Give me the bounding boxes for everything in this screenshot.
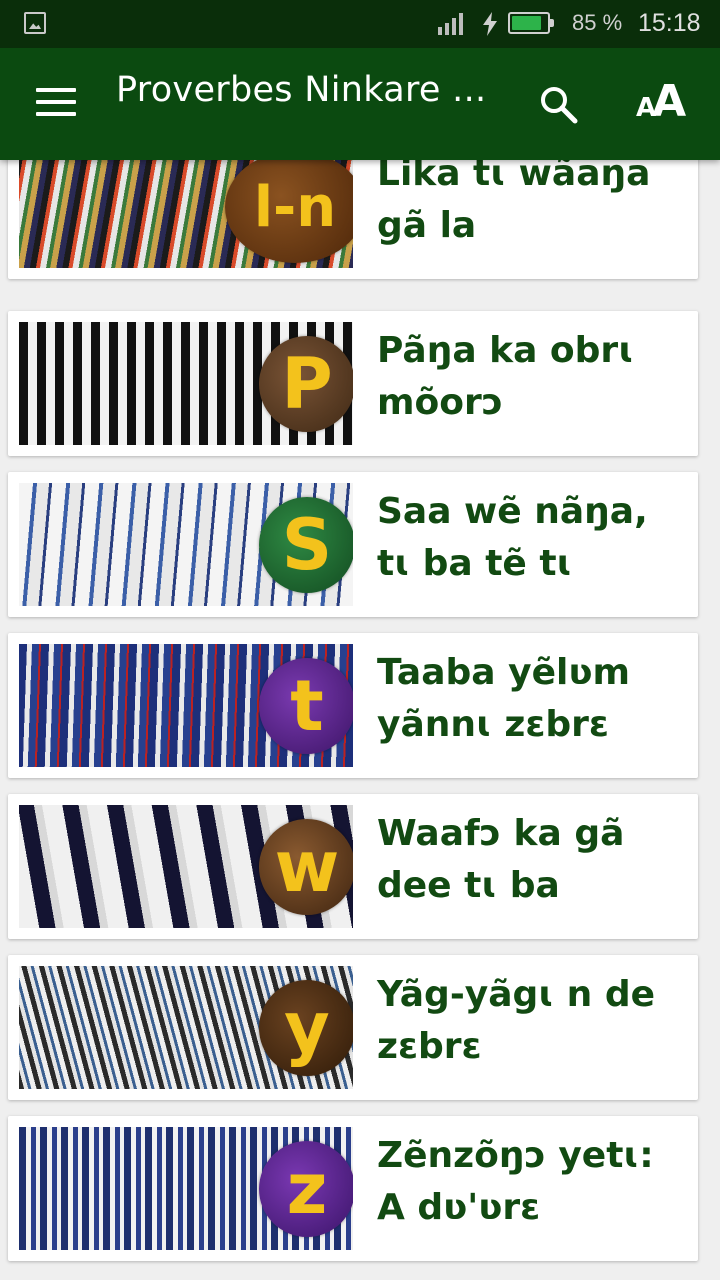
page-title: Proverbes Ninkare ... (116, 70, 487, 110)
item-title: Waafɔ ka gã dee tɩ ba (377, 813, 625, 906)
font-big-glyph: A (652, 76, 687, 127)
item-title: Lika tɩ wãaŋa gã la (377, 153, 651, 246)
letter-badge: S (259, 497, 353, 593)
letter-badge: P (259, 336, 353, 432)
battery-icon (508, 12, 554, 34)
battery-level (512, 16, 541, 30)
item-thumbnail: w (19, 805, 353, 928)
item-title: Taaba yẽlʋm yãnnɩ zɛbrɛ (377, 652, 630, 745)
clock: 15:18 (638, 9, 701, 37)
item-thumbnail: z (19, 1127, 353, 1250)
item-title: Pãŋa ka obrɩ mõorɔ (377, 330, 635, 423)
item-title: Saa wẽ nãŋa, tɩ ba tẽ tɩ (377, 491, 648, 584)
item-thumbnail: t (19, 644, 353, 767)
search-icon[interactable] (538, 84, 580, 126)
hamburger-menu-icon[interactable] (36, 88, 76, 120)
status-bar: 85 % 15:18 (0, 0, 720, 48)
item-thumbnail: S (19, 483, 353, 606)
signal-icon (438, 13, 463, 35)
battery-percent: 85 % (572, 10, 623, 35)
letter-badge: t (259, 658, 353, 754)
item-thumbnail: l-n (19, 145, 353, 268)
letter-badge: l-n (225, 151, 353, 263)
list-item[interactable]: z Zẽnzõŋɔ yetɩ: A dʋ'ʋrɛ (8, 1116, 698, 1261)
item-thumbnail: y (19, 966, 353, 1089)
list-item[interactable]: P Pãŋa ka obrɩ mõorɔ (8, 311, 698, 456)
app-bar: Proverbes Ninkare ... AA (0, 48, 720, 160)
item-thumbnail: P (19, 322, 353, 445)
letter-badge: w (259, 819, 353, 915)
charging-icon (483, 12, 497, 36)
letter-badge: y (259, 980, 353, 1076)
item-title: Yãg-yãgɩ n de zɛbrɛ (377, 974, 656, 1067)
letter-badge: z (259, 1141, 353, 1237)
list-item[interactable]: t Taaba yẽlʋm yãnnɩ zɛbrɛ (8, 633, 698, 778)
image-notification-icon (24, 12, 46, 34)
item-title: Zẽnzõŋɔ yetɩ: A dʋ'ʋrɛ (377, 1135, 654, 1228)
list-item[interactable]: S Saa wẽ nãŋa, tɩ ba tẽ tɩ (8, 472, 698, 617)
font-size-icon[interactable]: AA (636, 76, 686, 127)
list-item[interactable]: y Yãg-yãgɩ n de zɛbrɛ (8, 955, 698, 1100)
list-item[interactable]: w Waafɔ ka gã dee tɩ ba (8, 794, 698, 939)
